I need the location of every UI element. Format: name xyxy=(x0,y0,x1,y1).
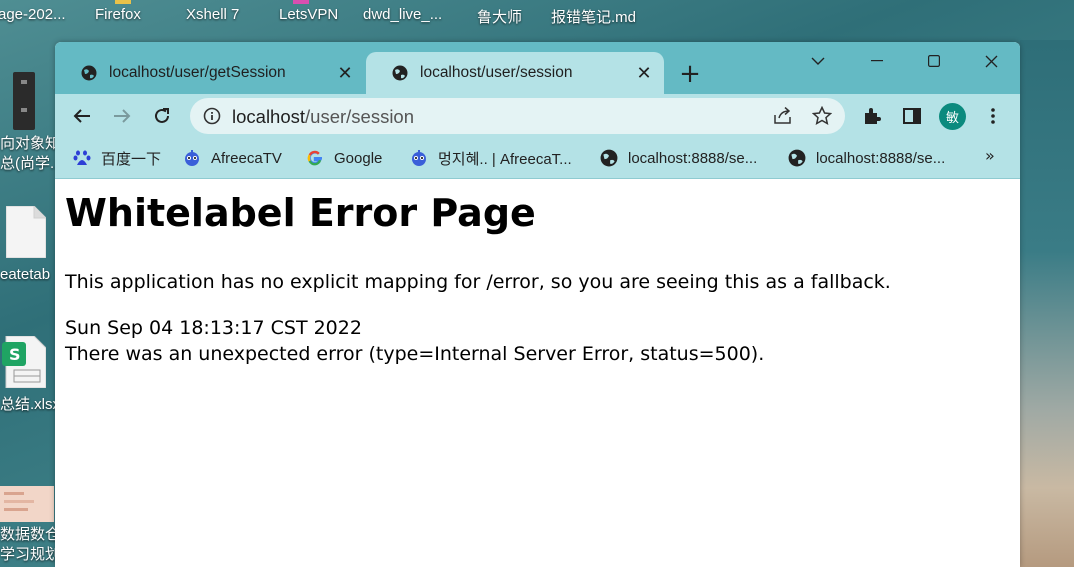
back-arrow-icon xyxy=(73,109,90,123)
desktop-label-line: 总(尚学... xyxy=(0,155,63,172)
bookmark-localhost-2[interactable]: localhost:8888/se... xyxy=(788,146,945,170)
bookmark-label: AfreecaTV xyxy=(211,149,282,167)
address-bar[interactable]: localhost/user/session xyxy=(190,98,845,134)
globe-icon xyxy=(600,149,618,167)
desktop-icon-label-letsvpn[interactable]: LetsVPN xyxy=(279,6,338,23)
spreadsheet-icon[interactable]: S xyxy=(2,336,46,388)
desktop-icon-label-ludashi[interactable]: 鲁大师 xyxy=(477,6,522,27)
bookmark-afreecatv-2[interactable]: 멍지혜.. | AfreecaT... xyxy=(410,146,572,170)
desktop-icon-label-notes[interactable]: 报错笔记.md xyxy=(551,6,636,27)
info-icon[interactable] xyxy=(203,107,221,125)
desktop-top-row: age-202... Firefox Xshell 7 LetsVPN dwd_… xyxy=(0,0,1074,40)
baidu-icon xyxy=(73,150,91,165)
page-title: Whitelabel Error Page xyxy=(65,191,536,235)
desktop-label-warehouse[interactable]: 数据数仓 学习规划 xyxy=(0,525,60,565)
desktop-icon-label-dwd[interactable]: dwd_live_... xyxy=(363,6,442,23)
firefox-icon xyxy=(115,0,131,4)
tab-search-chevron-icon[interactable] xyxy=(798,48,838,74)
bookmark-label: localhost:8888/se... xyxy=(816,149,946,167)
globe-icon xyxy=(392,65,408,81)
url-path: /user/session xyxy=(305,106,415,127)
desktop-icon-label-xshell[interactable]: Xshell 7 xyxy=(186,6,239,23)
tab-session[interactable]: localhost/user/session ✕ xyxy=(366,52,664,94)
error-description: This application has no explicit mapping… xyxy=(65,271,891,293)
back-button[interactable] xyxy=(68,102,96,130)
forward-button[interactable] xyxy=(108,102,136,130)
desktop-left-column: 向对象知 总(尚学... eatetab S 总结.xlsx 数据数仓 学习规划 xyxy=(0,40,63,567)
reload-icon xyxy=(155,108,169,123)
tab-getsession[interactable]: localhost/user/getSession ✕ xyxy=(55,52,365,94)
desktop-icon-label-firefox[interactable]: Firefox xyxy=(95,6,141,23)
close-tab-icon[interactable]: ✕ xyxy=(337,63,353,83)
bookmark-star-icon[interactable] xyxy=(812,106,832,126)
letsvpn-icon xyxy=(293,0,309,4)
desktop-label-line: 向对象知 xyxy=(0,135,61,152)
new-tab-button[interactable]: + xyxy=(675,60,705,90)
reload-button[interactable] xyxy=(148,102,176,130)
error-detail: There was an unexpected error (type=Inte… xyxy=(65,343,765,365)
bookmark-afreecatv[interactable]: AfreecaTV xyxy=(183,146,282,170)
document-icon[interactable] xyxy=(13,72,35,130)
forward-arrow-icon xyxy=(114,109,131,123)
bookmark-baidu[interactable]: 百度一下 xyxy=(73,146,161,170)
navigation-toolbar: localhost/user/session 敏 xyxy=(55,94,1020,138)
profile-avatar[interactable]: 敏 xyxy=(939,103,966,130)
desktop-icon-label[interactable]: age-202... xyxy=(0,6,66,23)
google-icon xyxy=(307,150,322,166)
bookmark-label: 百度一下 xyxy=(101,150,162,168)
svg-text:S: S xyxy=(9,345,21,364)
afreecatv-icon xyxy=(412,150,426,166)
globe-icon xyxy=(788,149,806,167)
side-panel-icon[interactable] xyxy=(900,104,924,128)
bookmark-localhost-1[interactable]: localhost:8888/se... xyxy=(600,146,757,170)
desktop-label-line: 学习规划 xyxy=(0,546,61,563)
image-thumbnail-icon[interactable] xyxy=(0,486,54,522)
browser-window: localhost/user/getSession ✕ localhost/us… xyxy=(55,42,1020,567)
bookmarks-overflow-chevron[interactable]: » xyxy=(985,146,995,165)
extensions-icon[interactable] xyxy=(860,104,884,128)
globe-icon xyxy=(81,65,97,81)
desktop-label-line: 数据数仓 xyxy=(0,526,61,543)
url-text[interactable]: localhost/user/session xyxy=(232,106,414,128)
desktop-label-summary[interactable]: 总结.xlsx xyxy=(0,395,60,415)
bookmark-label: Google xyxy=(334,149,383,167)
close-window-button[interactable] xyxy=(971,48,1011,74)
wallpaper-strip xyxy=(1020,40,1074,567)
error-timestamp: Sun Sep 04 18:13:17 CST 2022 xyxy=(65,317,362,339)
bookmark-google[interactable]: Google xyxy=(306,146,382,170)
afreecatv-icon xyxy=(185,150,199,166)
bookmark-label: 멍지혜.. | AfreecaT... xyxy=(438,150,572,168)
maximize-button[interactable] xyxy=(914,48,954,74)
file-icon[interactable] xyxy=(6,206,46,258)
tab-title: localhost/user/getSession xyxy=(109,64,286,81)
desktop-label-createtab[interactable]: eatetab xyxy=(0,265,50,285)
url-host: localhost xyxy=(232,106,306,127)
menu-kebab-icon[interactable] xyxy=(981,104,1005,128)
tab-title: localhost/user/session xyxy=(420,64,573,81)
close-tab-icon[interactable]: ✕ xyxy=(636,63,652,83)
tab-strip: localhost/user/getSession ✕ localhost/us… xyxy=(55,42,1020,94)
bookmarks-bar: 百度一下 AfreecaTV Google 멍지혜.. | AfreecaT..… xyxy=(55,138,1020,179)
minimize-button[interactable] xyxy=(857,48,897,74)
desktop-label-oop[interactable]: 向对象知 总(尚学... xyxy=(0,134,63,174)
bookmark-label: localhost:8888/se... xyxy=(628,149,758,167)
share-icon[interactable] xyxy=(773,107,793,125)
